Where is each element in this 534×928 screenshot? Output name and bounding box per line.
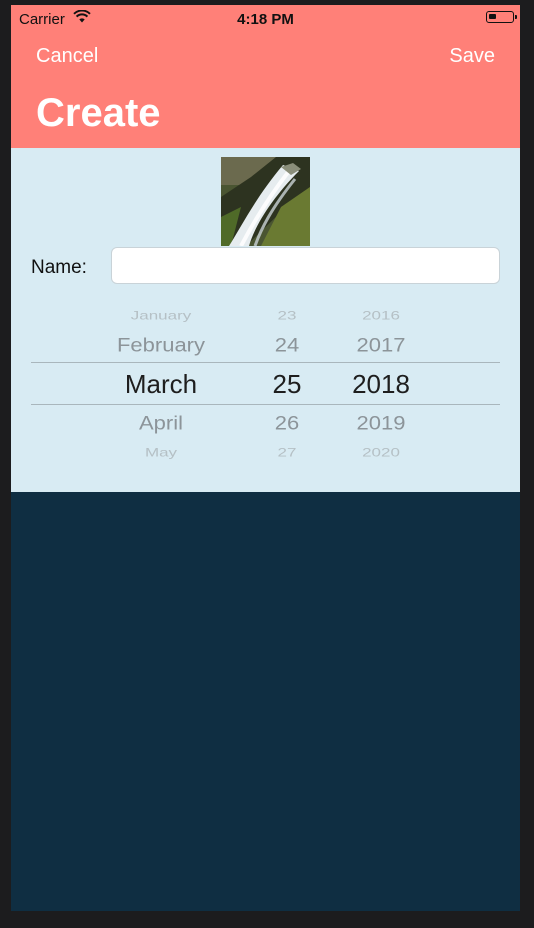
- photo-thumbnail[interactable]: [221, 157, 310, 246]
- save-button[interactable]: Save: [449, 45, 495, 68]
- name-label: Name:: [31, 257, 87, 278]
- status-time: 4:18 PM: [237, 11, 294, 28]
- picker-year-item[interactable]: 2016: [336, 309, 426, 323]
- picker-year-item[interactable]: 2020: [336, 446, 426, 460]
- picker-day-item[interactable]: 27: [252, 446, 322, 460]
- picker-month-item[interactable]: February: [81, 333, 241, 356]
- date-picker[interactable]: January February March April May 23 24 2…: [31, 298, 500, 463]
- picker-month-item[interactable]: January: [81, 309, 241, 323]
- phone-screen: Carrier 4:18 PM Cancel Save Create Name:…: [11, 5, 520, 911]
- page-title: Create: [36, 91, 161, 135]
- name-input[interactable]: [111, 247, 500, 284]
- picker-selection-bottom-line: [31, 404, 500, 405]
- status-bar: Carrier 4:18 PM: [11, 5, 520, 31]
- picker-day-item[interactable]: 24: [252, 333, 322, 356]
- picker-selection-top-line: [31, 362, 500, 363]
- picker-day-item[interactable]: 23: [252, 309, 322, 323]
- picker-year-selected[interactable]: 2018: [336, 369, 426, 400]
- form-panel: Name: January February March April May 2…: [11, 148, 520, 492]
- picker-year-item[interactable]: 2017: [336, 333, 426, 356]
- cancel-button[interactable]: Cancel: [36, 45, 98, 68]
- picker-day-item[interactable]: 26: [252, 411, 322, 434]
- picker-year-item[interactable]: 2019: [336, 411, 426, 434]
- picker-month-item[interactable]: April: [81, 411, 241, 434]
- picker-month-item[interactable]: May: [81, 446, 241, 460]
- navigation-header: Carrier 4:18 PM Cancel Save Create: [11, 5, 520, 148]
- picker-day-selected[interactable]: 25: [252, 369, 322, 400]
- battery-icon: [486, 11, 517, 23]
- picker-month-selected[interactable]: March: [81, 369, 241, 400]
